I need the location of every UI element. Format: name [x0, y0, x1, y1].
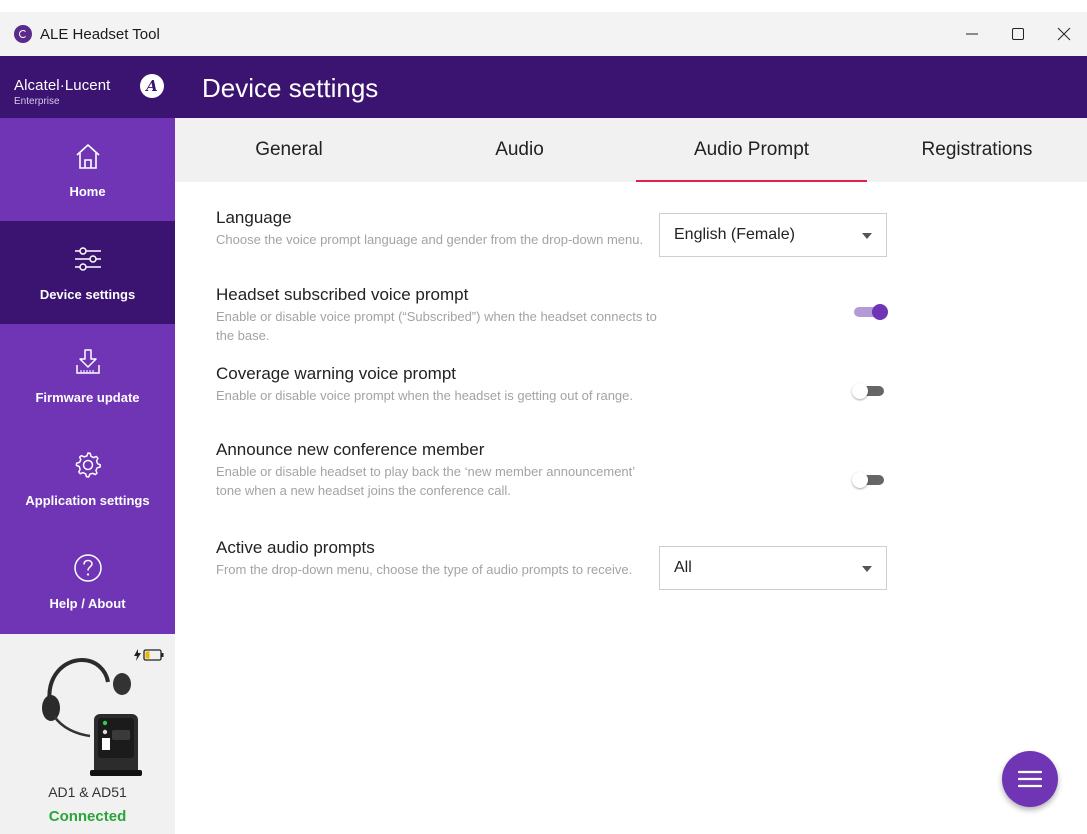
sidebar-item-label: Home [69, 184, 106, 199]
window-title: ALE Headset Tool [40, 25, 160, 43]
setting-description: From the drop-down menu, choose the type… [216, 562, 633, 577]
minimize-button[interactable] [949, 12, 995, 56]
sidebar-item-label: Help / About [49, 596, 126, 611]
device-name: AD1 & AD51 [48, 784, 127, 800]
device-panel: AD1 & AD51 Connected [0, 634, 175, 834]
download-icon [75, 349, 100, 374]
setting-title: Active audio prompts [216, 538, 375, 557]
conference-member-toggle[interactable] [852, 471, 888, 489]
setting-description: Enable or disable voice prompt (“Subscri… [216, 309, 657, 343]
sidebar-item-help-about[interactable]: Help / About [0, 530, 175, 633]
home-icon [75, 144, 100, 169]
brand-mark-icon: A [140, 74, 164, 98]
help-icon [73, 554, 102, 582]
setting-description: Enable or disable headset to play back t… [216, 464, 635, 498]
sidebar-item-label: Firmware update [35, 390, 140, 405]
dropdown-value: English (Female) [674, 226, 795, 243]
sidebar-item-label: Device settings [39, 287, 136, 302]
headset-base-image [42, 657, 142, 776]
sidebar-item-home[interactable]: Home [0, 118, 175, 221]
gear-icon [75, 452, 101, 478]
brand-name: Alcatel·Lucent [14, 77, 111, 94]
caret-down-icon [862, 233, 872, 239]
sliders-icon [74, 247, 101, 271]
toggle-thumb [852, 472, 868, 488]
setting-conference-member: Announce new conference member Enable or… [216, 439, 661, 500]
tab-bar: General Audio Audio Prompt Registrations [175, 118, 1087, 182]
caret-down-icon [862, 566, 872, 572]
close-icon [1057, 27, 1071, 41]
minimize-icon [966, 33, 978, 35]
tab-audio[interactable]: Audio [403, 118, 636, 182]
setting-description: Choose the voice prompt language and gen… [216, 232, 644, 247]
toggle-thumb [872, 304, 888, 320]
setting-language: Language Choose the voice prompt languag… [216, 207, 661, 249]
window-controls [949, 12, 1087, 56]
page-header: Device settings [175, 56, 1087, 118]
brand-subtitle: Enterprise [14, 96, 60, 107]
setting-title: Announce new conference member [216, 440, 485, 459]
dropdown-value: All [674, 559, 692, 576]
setting-title: Headset subscribed voice prompt [216, 285, 469, 304]
setting-subscribed-prompt: Headset subscribed voice prompt Enable o… [216, 284, 661, 345]
setting-title: Language [216, 208, 292, 227]
close-button[interactable] [1041, 12, 1087, 56]
setting-active-prompts: Active audio prompts From the drop-down … [216, 537, 661, 579]
page-title: Device settings [202, 73, 379, 103]
active-prompts-dropdown[interactable]: All [659, 546, 887, 590]
setting-coverage-warning: Coverage warning voice prompt Enable or … [216, 363, 661, 405]
app-logo-icon [14, 25, 32, 43]
tab-registrations[interactable]: Registrations [867, 118, 1087, 182]
setting-description: Enable or disable voice prompt when the … [216, 388, 633, 403]
hamburger-icon [1018, 770, 1042, 788]
maximize-button[interactable] [995, 12, 1041, 56]
language-dropdown[interactable]: English (Female) [659, 213, 887, 257]
tab-general[interactable]: General [175, 118, 403, 182]
title-bar: ALE Headset Tool [0, 12, 1087, 56]
sidebar: Alcatel·Lucent Enterprise A Home Device … [0, 56, 175, 834]
subscribed-prompt-toggle[interactable] [852, 303, 888, 321]
maximize-icon [1012, 28, 1024, 40]
sidebar-item-label: Application settings [25, 493, 150, 508]
brand-logo: Alcatel·Lucent Enterprise A [0, 56, 175, 118]
device-status: Connected [48, 808, 127, 825]
tab-audio-prompt[interactable]: Audio Prompt [636, 118, 867, 182]
sidebar-item-device-settings[interactable]: Device settings [0, 221, 175, 324]
sidebar-item-application-settings[interactable]: Application settings [0, 427, 175, 530]
menu-button[interactable] [1002, 751, 1058, 807]
coverage-warning-toggle[interactable] [852, 382, 888, 400]
sidebar-item-firmware-update[interactable]: Firmware update [0, 324, 175, 427]
toggle-thumb [852, 383, 868, 399]
setting-title: Coverage warning voice prompt [216, 364, 457, 383]
